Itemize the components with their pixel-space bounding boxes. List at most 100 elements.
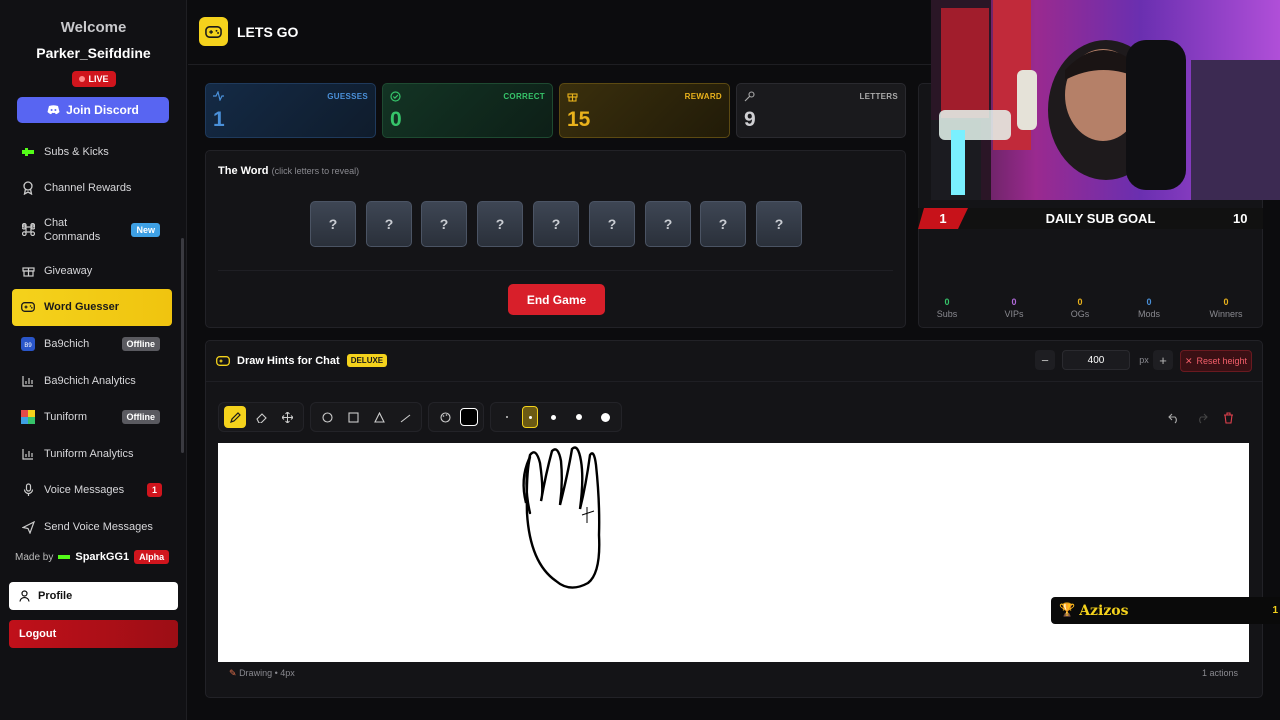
join-discord-label: Join Discord bbox=[66, 103, 139, 117]
circle-icon bbox=[321, 411, 333, 423]
circle-tool-button[interactable] bbox=[316, 406, 338, 428]
line-tool-button[interactable] bbox=[394, 406, 416, 428]
sidebar-item-chat-commands[interactable]: Chat Commands New bbox=[12, 207, 172, 253]
sidebar-item-label: Channel Rewards bbox=[44, 182, 132, 195]
sidebar-item-ba9chich[interactable]: B9 Ba9chich Offline bbox=[12, 326, 172, 363]
letter-tile[interactable]: ? bbox=[756, 201, 802, 247]
end-game-button[interactable]: End Game bbox=[508, 284, 605, 315]
brush-size-3[interactable] bbox=[542, 406, 564, 428]
pencil-icon: ✎ bbox=[229, 668, 237, 678]
sidebar-item-giveaway[interactable]: Giveaway bbox=[12, 253, 172, 290]
count-badge: 1 bbox=[146, 483, 162, 498]
award-icon bbox=[21, 181, 35, 196]
rectangle-tool-button[interactable] bbox=[342, 406, 364, 428]
move-tool-button[interactable] bbox=[276, 406, 298, 428]
drawing-canvas[interactable] bbox=[218, 443, 1249, 662]
sidebar-item-channel-rewards[interactable]: Channel Rewards bbox=[12, 170, 172, 207]
eraser-tool-button[interactable] bbox=[250, 406, 272, 428]
counter-value: 0 bbox=[1223, 297, 1229, 307]
color-swatch-black[interactable] bbox=[460, 408, 478, 426]
made-by: Made by SparkGG1 Alpha bbox=[15, 550, 170, 564]
brush-size-1[interactable] bbox=[496, 406, 518, 428]
letter-tile[interactable]: ? bbox=[645, 201, 691, 247]
reset-height-label: Reset height bbox=[1196, 356, 1248, 366]
alpha-badge: Alpha bbox=[134, 550, 170, 564]
shape-group bbox=[310, 402, 422, 432]
profile-label: Profile bbox=[38, 590, 73, 602]
sidebar-item-tuniform[interactable]: Tuniform Offline bbox=[12, 399, 172, 436]
redo-button[interactable] bbox=[1196, 411, 1208, 429]
letter-tile[interactable]: ? bbox=[589, 201, 635, 247]
brush-size-4[interactable] bbox=[568, 406, 590, 428]
draw-title: Draw Hints for Chat DELUXE bbox=[216, 354, 388, 367]
brush-size-2[interactable] bbox=[522, 406, 538, 428]
reset-height-button[interactable]: ✕ Reset height bbox=[1180, 350, 1252, 372]
kick-icon bbox=[58, 555, 71, 559]
sidebar-item-tuniform-analytics[interactable]: Tuniform Analytics bbox=[12, 436, 172, 473]
clear-canvas-button[interactable] bbox=[1223, 411, 1234, 429]
welcome-label: Welcome bbox=[60, 19, 127, 36]
letter-tile[interactable]: ? bbox=[310, 201, 356, 247]
gamepad-icon bbox=[21, 300, 35, 314]
made-by-label: Made by bbox=[15, 551, 54, 563]
trash-icon bbox=[1224, 412, 1233, 424]
sidebar-item-ba9chich-analytics[interactable]: Ba9chich Analytics bbox=[12, 362, 172, 399]
user-icon bbox=[19, 590, 30, 602]
live-dot-icon bbox=[79, 76, 86, 82]
sidebar-nav: Subs & Kicks ▲ Channel Rewards Chat Comm… bbox=[12, 142, 172, 540]
letter-tile[interactable]: ? bbox=[700, 201, 746, 247]
stat-label: LETTERS bbox=[859, 92, 898, 101]
sidebar-item-voice-messages[interactable]: Voice Messages 1 bbox=[12, 472, 172, 509]
discord-icon bbox=[47, 105, 60, 115]
winner-overlay: 🏆 Azizos 1 bbox=[1051, 597, 1280, 624]
letter-tile[interactable]: ? bbox=[366, 201, 412, 247]
height-unit: px bbox=[1139, 355, 1149, 365]
deluxe-badge: DELUXE bbox=[346, 354, 388, 367]
sidebar-item-subs-kicks[interactable]: Subs & Kicks ▲ bbox=[12, 142, 172, 162]
live-label: LIVE bbox=[88, 74, 109, 84]
move-icon bbox=[281, 411, 293, 423]
brush-size-5[interactable] bbox=[594, 406, 616, 428]
triangle-tool-button[interactable] bbox=[368, 406, 390, 428]
sidebar-item-label: Voice Messages bbox=[44, 484, 125, 497]
profile-button[interactable]: Profile bbox=[9, 582, 178, 610]
pencil-icon bbox=[229, 411, 241, 423]
height-increase-button[interactable]: + bbox=[1153, 350, 1173, 370]
counter-label: Mods bbox=[1137, 309, 1160, 319]
triangle-icon bbox=[373, 411, 385, 423]
height-input[interactable]: 400 bbox=[1062, 350, 1130, 370]
letter-tile[interactable]: ? bbox=[421, 201, 467, 247]
sidebar-item-label: Ba9chich Analytics bbox=[44, 374, 136, 387]
brush-dot-icon bbox=[576, 414, 582, 420]
stat-guesses: GUESSES 1 bbox=[205, 83, 376, 138]
winner-name: Azizos bbox=[1079, 602, 1129, 619]
username: Parker_Seifddine bbox=[36, 45, 151, 61]
counter-label: Subs bbox=[936, 309, 958, 319]
page-header: LETS GO bbox=[199, 17, 298, 46]
undo-button[interactable] bbox=[1168, 411, 1180, 429]
goal-target: 10 bbox=[1233, 211, 1248, 226]
counter-value: 0 bbox=[1146, 297, 1152, 307]
stat-value: 0 bbox=[390, 108, 402, 131]
letter-tile[interactable]: ? bbox=[533, 201, 579, 247]
pencil-tool-button[interactable] bbox=[224, 406, 246, 428]
kick-icon bbox=[21, 145, 35, 159]
sidebar-scrollbar[interactable] bbox=[181, 238, 184, 453]
undo-icon bbox=[1168, 413, 1177, 424]
square-icon bbox=[347, 411, 359, 423]
color-group bbox=[428, 402, 484, 432]
stat-reward: REWARD 15 bbox=[559, 83, 730, 138]
counter-mods: 0 Mods bbox=[1119, 297, 1179, 319]
sidebar-item-word-guesser[interactable]: Word Guesser bbox=[12, 289, 172, 326]
brush-dot-icon bbox=[600, 412, 610, 422]
counter-label: VIPs bbox=[1004, 309, 1024, 319]
palette-button[interactable] bbox=[434, 406, 456, 428]
height-decrease-button[interactable]: − bbox=[1035, 350, 1055, 370]
daily-sub-goal-bar: 1 DAILY SUB GOAL 10 bbox=[918, 208, 1263, 229]
counter-winners: 0 Winners bbox=[1196, 297, 1256, 319]
join-discord-button[interactable]: Join Discord bbox=[17, 97, 169, 123]
logout-button[interactable]: Logout bbox=[9, 620, 178, 648]
letter-tile[interactable]: ? bbox=[477, 201, 523, 247]
goal-title: DAILY SUB GOAL bbox=[1045, 211, 1156, 226]
sidebar-item-send-voice-messages[interactable]: Send Voice Messages bbox=[12, 509, 172, 540]
